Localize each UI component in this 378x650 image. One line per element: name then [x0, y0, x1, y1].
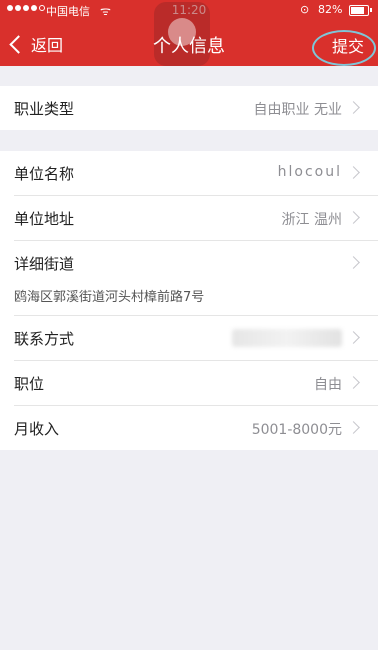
- chevron-right-icon: [347, 166, 360, 179]
- app-header: 中国电信 ᯤ 11:20 ⊙ 82% 返回 个人信息 提交: [0, 0, 378, 66]
- position-value: 自由: [314, 377, 342, 393]
- submit-button[interactable]: 提交: [326, 31, 370, 59]
- chevron-right-icon: [347, 211, 360, 224]
- street-label: 详细街道: [14, 255, 75, 273]
- income-label: 月收入: [14, 420, 60, 438]
- job-type-label: 职业类型: [14, 100, 75, 118]
- position-label: 职位: [14, 375, 45, 393]
- income-value: 5001-8000元: [251, 422, 342, 438]
- chevron-right-icon: [347, 101, 360, 114]
- company-name-label: 单位名称: [14, 165, 75, 183]
- battery-icon: [349, 5, 372, 16]
- employer-section: 单位名称 hlocoul 单位地址 浙江 温州 详细街道 鸥海区郭溪街道河头村樟…: [0, 151, 378, 450]
- navigation-bar: 返回 个人信息 提交: [0, 2, 378, 66]
- job-type-value: 自由职业 无业: [253, 102, 342, 118]
- contact-label: 联系方式: [14, 330, 75, 348]
- chevron-right-icon: [347, 421, 360, 434]
- battery-fill: [351, 7, 365, 14]
- company-name-value: hlocoul: [277, 164, 342, 180]
- company-name-row[interactable]: 单位名称 hlocoul: [14, 151, 378, 196]
- job-type-row[interactable]: 职业类型 自由职业 无业: [14, 86, 378, 130]
- income-row[interactable]: 月收入 5001-8000元: [14, 406, 378, 450]
- position-row[interactable]: 职位 自由: [14, 361, 378, 406]
- contact-row[interactable]: 联系方式: [14, 316, 378, 361]
- street-row[interactable]: 详细街道 鸥海区郭溪街道河头村樟前路7号: [14, 241, 378, 316]
- chevron-right-icon: [347, 376, 360, 389]
- battery-percent: 82%: [318, 3, 343, 16]
- contact-value-redacted: [232, 329, 342, 347]
- chevron-right-icon: [347, 331, 360, 344]
- orientation-lock-icon: ⊙: [300, 3, 310, 16]
- job-section: 职业类型 自由职业 无业: [0, 86, 378, 130]
- company-address-row[interactable]: 单位地址 浙江 温州: [14, 196, 378, 241]
- company-address-value: 浙江 温州: [281, 212, 342, 228]
- chevron-right-icon: [347, 256, 360, 269]
- company-address-label: 单位地址: [14, 210, 75, 228]
- street-value: 鸥海区郭溪街道河头村樟前路7号: [14, 290, 205, 305]
